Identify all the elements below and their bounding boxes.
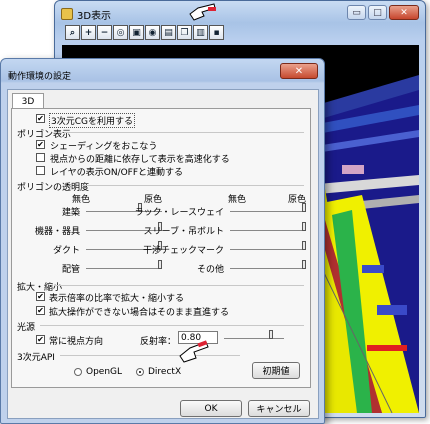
left-transparency-label: 機器・器具 bbox=[34, 227, 80, 237]
minimize-button[interactable]: ▭ bbox=[347, 5, 366, 20]
group-divider bbox=[60, 355, 240, 356]
maximize-button[interactable]: □ bbox=[368, 5, 387, 20]
layer-sync-checkbox[interactable] bbox=[36, 166, 45, 175]
tab-panel-3d: ✔ 3次元CGを利用する ポリゴン表示 ✔ シェーディングをおこなう 視点からの… bbox=[11, 108, 311, 388]
dialog-close-button[interactable]: ✕ bbox=[280, 63, 318, 79]
view-direction-label: 常に視点方向 bbox=[49, 337, 104, 347]
reflectance-slider[interactable] bbox=[224, 330, 284, 339]
api-heading: 3次元API bbox=[17, 353, 55, 363]
zoom-immediate-label: 拡大操作ができない場合はそのまま直進する bbox=[49, 308, 230, 318]
reset-defaults-button[interactable]: 初期値 bbox=[252, 362, 300, 379]
right-transparency-label: ラック・レースウェイ bbox=[134, 208, 224, 218]
window-titlebar: 3D表示 bbox=[61, 6, 111, 22]
left-transparency-label: 配管 bbox=[61, 265, 80, 275]
slider-thumb[interactable] bbox=[302, 203, 306, 212]
right-transparency-slider[interactable] bbox=[230, 260, 306, 269]
app-icon bbox=[61, 8, 73, 20]
light-heading: 光源 bbox=[17, 323, 36, 333]
copy-icon[interactable]: ❐ bbox=[177, 25, 192, 40]
right-transparency-label: 干渉チェックマーク bbox=[142, 246, 224, 256]
reflectance-label: 反射率： bbox=[140, 337, 177, 347]
use-3dcg-label: 3次元CGを利用する bbox=[49, 113, 135, 128]
opengl-label: OpenGL bbox=[86, 367, 123, 377]
right-transparency-slider[interactable] bbox=[230, 241, 306, 250]
hand-cursor-icon bbox=[179, 340, 209, 363]
slider-thumb[interactable] bbox=[158, 260, 162, 269]
save-icon[interactable]: ▪ bbox=[209, 25, 224, 40]
left-min-label: 無色 bbox=[72, 195, 91, 205]
eye-icon[interactable]: ◉ bbox=[145, 25, 160, 40]
dialog-body: 3D ✔ 3次元CGを利用する ポリゴン表示 ✔ シェーディングをおこなう 視点… bbox=[7, 89, 319, 419]
slider-thumb[interactable] bbox=[269, 330, 273, 339]
hand-cursor-icon bbox=[189, 3, 216, 21]
print-icon[interactable]: ▤ bbox=[161, 25, 176, 40]
right-transparency-slider[interactable] bbox=[230, 203, 306, 212]
opengl-radio[interactable] bbox=[74, 368, 82, 376]
fast-display-checkbox[interactable] bbox=[36, 153, 45, 162]
left-transparency-slider[interactable] bbox=[86, 260, 162, 269]
slider-thumb[interactable] bbox=[302, 222, 306, 231]
group-divider bbox=[82, 185, 304, 186]
right-min-label: 無色 bbox=[228, 195, 247, 205]
ok-button[interactable]: OK bbox=[180, 400, 242, 417]
group-divider bbox=[64, 132, 304, 133]
right-transparency-slider[interactable] bbox=[230, 222, 306, 231]
group-divider bbox=[40, 325, 304, 326]
layer-sync-label: レイヤの表示ON/OFFと連動する bbox=[50, 168, 184, 178]
left-transparency-label: ダクト bbox=[52, 246, 80, 256]
zoom-immediate-checkbox[interactable]: ✔ bbox=[36, 306, 45, 315]
zoom-in-icon[interactable]: + bbox=[81, 25, 96, 40]
zoom-ratio-checkbox[interactable]: ✔ bbox=[36, 292, 45, 301]
zoom-fit-icon[interactable]: ◎ bbox=[113, 25, 128, 40]
left-transparency-label: 建築 bbox=[61, 208, 80, 218]
tab-3d[interactable]: 3D bbox=[12, 93, 44, 109]
paste-icon[interactable]: ▥ bbox=[193, 25, 208, 40]
cancel-button[interactable]: キャンセル bbox=[248, 400, 310, 417]
close-button[interactable]: ✕ bbox=[389, 5, 419, 20]
window-title: 3D表示 bbox=[77, 10, 112, 22]
right-transparency-label: スリーブ・吊ボルト bbox=[143, 227, 224, 237]
left-max-label: 原色 bbox=[144, 195, 163, 205]
directx-radio[interactable] bbox=[136, 368, 144, 376]
slider-thumb[interactable] bbox=[302, 260, 306, 269]
directx-label: DirectX bbox=[148, 367, 182, 377]
use-3dcg-checkbox[interactable]: ✔ bbox=[36, 114, 45, 123]
settings-dialog: 動作環境の設定 ✕ 3D ✔ 3次元CGを利用する ポリゴン表示 ✔ シェーディ… bbox=[0, 58, 325, 424]
group-divider bbox=[54, 285, 304, 286]
slider-thumb[interactable] bbox=[302, 241, 306, 250]
zoom-ratio-label: 表示倍率の比率で拡大・縮小する bbox=[49, 294, 185, 304]
shading-checkbox[interactable]: ✔ bbox=[36, 140, 45, 149]
zoom-region-icon[interactable]: ⌕ bbox=[65, 25, 80, 40]
right-transparency-label: その他 bbox=[196, 265, 224, 275]
fast-display-label: 視点からの距離に依存して表示を高速化する bbox=[50, 155, 230, 165]
view-direction-checkbox[interactable]: ✔ bbox=[36, 335, 45, 344]
shading-label: シェーディングをおこなう bbox=[50, 142, 158, 152]
camera-icon[interactable]: ▣ bbox=[129, 25, 144, 40]
caption-buttons: ▭ □ ✕ bbox=[347, 5, 419, 20]
toolbar: ⌕ + − ◎ ▣ ◉ ▤ ❐ ▥ ▪ bbox=[65, 25, 224, 43]
zoom-out-icon[interactable]: − bbox=[97, 25, 112, 40]
dialog-title: 動作環境の設定 bbox=[8, 72, 72, 82]
